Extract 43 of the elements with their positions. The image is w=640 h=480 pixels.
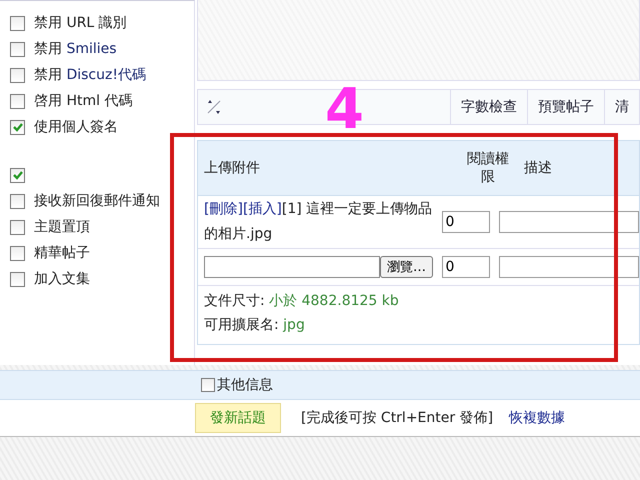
annotation-number: 4 [325, 80, 364, 140]
checkbox[interactable] [10, 246, 25, 260]
file-size-text: 文件尺寸: 小於 4882.8125 kb [204, 292, 400, 310]
post-button[interactable]: 發新話題 [195, 403, 281, 433]
checkbox[interactable] [10, 168, 25, 182]
option-label: 主題置頂 [34, 218, 90, 236]
permission-field[interactable]: 0 [442, 256, 490, 278]
checkbox[interactable] [10, 42, 25, 56]
column-header: 上傳附件 [203, 159, 261, 177]
checkbox[interactable] [10, 68, 25, 82]
column-header: 閱讀權限 [466, 150, 510, 186]
checkbox[interactable] [10, 272, 25, 286]
option-label: 禁用 URL 識別 [34, 14, 127, 32]
option-label: 使用個人簽名 [34, 118, 118, 136]
attachment-text: [刪除][插入][1] 這裡一定要上傳物品的相片.jpg [204, 201, 432, 242]
option-label: 禁用 Discuz!代碼 [34, 66, 146, 84]
toolbar-button[interactable]: 預覽帖子 [527, 90, 604, 124]
option-label: 啓用 Html 代碼 [34, 92, 132, 110]
attachment-link[interactable]: [刪除] [204, 201, 243, 217]
description-field[interactable] [499, 256, 639, 278]
restore-link[interactable]: 恢複數據 [509, 409, 566, 427]
toolbar-button[interactable]: 清 [604, 90, 639, 124]
checkbox[interactable] [10, 16, 25, 30]
option-label: 接收新回復郵件通知 [34, 192, 160, 210]
toolbar-button[interactable]: 字數檢查 [450, 90, 527, 124]
permission-field[interactable]: 0 [442, 211, 490, 233]
file-field[interactable] [204, 256, 380, 278]
attachment-link[interactable]: [插入] [242, 201, 282, 217]
browse-button[interactable]: 瀏覽… [380, 256, 433, 278]
checkbox[interactable] [10, 94, 25, 108]
checkbox[interactable] [201, 378, 215, 392]
extension-text: 可用擴展名: jpg [204, 316, 306, 334]
option-label: 精華帖子 [34, 244, 90, 262]
checkbox[interactable] [10, 120, 25, 134]
other-info-label: 其他信息 [217, 376, 273, 394]
column-header: 描述 [523, 159, 553, 177]
shortcut-hint: [完成後可按 Ctrl+Enter 發佈] [301, 409, 494, 427]
checkbox[interactable] [10, 194, 25, 208]
option-label: 加入文集 [34, 270, 90, 288]
option-label: 禁用 Smilies [34, 40, 117, 58]
description-field[interactable] [499, 211, 639, 233]
checkbox[interactable] [10, 220, 25, 234]
resize-icon[interactable] [206, 99, 222, 115]
